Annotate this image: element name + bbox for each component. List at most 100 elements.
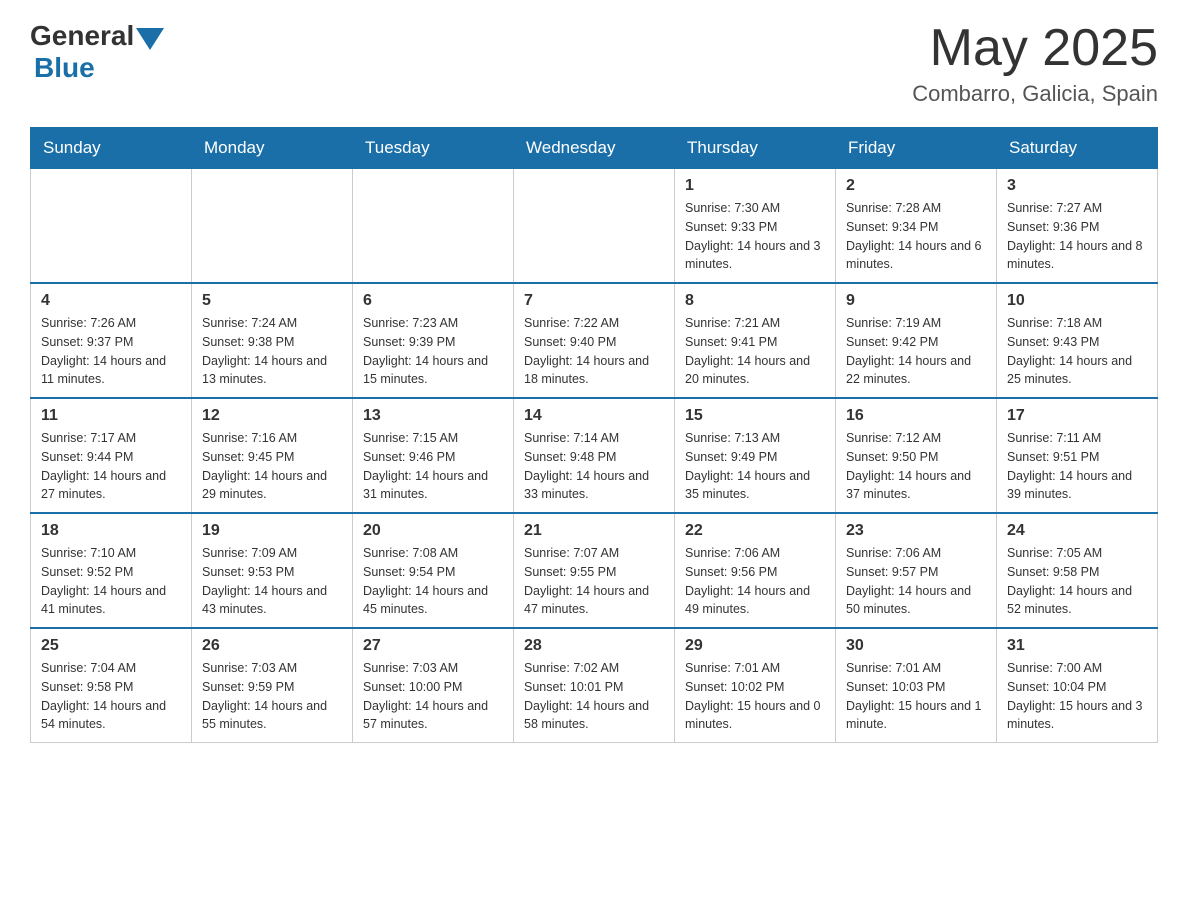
- calendar-week-row: 11 Sunrise: 7:17 AM Sunset: 9:44 PM Dayli…: [31, 398, 1158, 513]
- day-number: 21: [524, 522, 664, 540]
- day-info: Sunrise: 7:28 AM Sunset: 9:34 PM Dayligh…: [846, 199, 986, 274]
- day-number: 18: [41, 522, 181, 540]
- day-number: 4: [41, 292, 181, 310]
- calendar-cell: 9 Sunrise: 7:19 AM Sunset: 9:42 PM Daylig…: [836, 283, 997, 398]
- day-info: Sunrise: 7:19 AM Sunset: 9:42 PM Dayligh…: [846, 314, 986, 389]
- day-info: Sunrise: 7:12 AM Sunset: 9:50 PM Dayligh…: [846, 429, 986, 504]
- day-number: 23: [846, 522, 986, 540]
- calendar-cell: 26 Sunrise: 7:03 AM Sunset: 9:59 PM Dayli…: [192, 628, 353, 743]
- logo: General Blue: [30, 20, 164, 84]
- calendar-cell: [31, 169, 192, 284]
- weekday-header-tuesday: Tuesday: [353, 128, 514, 169]
- day-info: Sunrise: 7:00 AM Sunset: 10:04 PM Daylig…: [1007, 659, 1147, 734]
- day-info: Sunrise: 7:08 AM Sunset: 9:54 PM Dayligh…: [363, 544, 503, 619]
- calendar-cell: 16 Sunrise: 7:12 AM Sunset: 9:50 PM Dayli…: [836, 398, 997, 513]
- calendar-cell: 10 Sunrise: 7:18 AM Sunset: 9:43 PM Dayli…: [997, 283, 1158, 398]
- day-info: Sunrise: 7:06 AM Sunset: 9:56 PM Dayligh…: [685, 544, 825, 619]
- day-info: Sunrise: 7:14 AM Sunset: 9:48 PM Dayligh…: [524, 429, 664, 504]
- calendar-cell: 29Sunrise: 7:01 AM Sunset: 10:02 PM Dayl…: [675, 628, 836, 743]
- calendar-cell: 2 Sunrise: 7:28 AM Sunset: 9:34 PM Daylig…: [836, 169, 997, 284]
- day-number: 2: [846, 177, 986, 195]
- day-info: Sunrise: 7:03 AM Sunset: 10:00 PM Daylig…: [363, 659, 503, 734]
- calendar-cell: 8Sunrise: 7:21 AM Sunset: 9:41 PM Daylig…: [675, 283, 836, 398]
- day-info: Sunrise: 7:18 AM Sunset: 9:43 PM Dayligh…: [1007, 314, 1147, 389]
- day-number: 7: [524, 292, 664, 310]
- calendar-cell: 15Sunrise: 7:13 AM Sunset: 9:49 PM Dayli…: [675, 398, 836, 513]
- calendar-cell: 13 Sunrise: 7:15 AM Sunset: 9:46 PM Dayli…: [353, 398, 514, 513]
- calendar-cell: 31Sunrise: 7:00 AM Sunset: 10:04 PM Dayl…: [997, 628, 1158, 743]
- day-number: 26: [202, 637, 342, 655]
- calendar-cell: 24 Sunrise: 7:05 AM Sunset: 9:58 PM Dayli…: [997, 513, 1158, 628]
- calendar-cell: 18 Sunrise: 7:10 AM Sunset: 9:52 PM Dayli…: [31, 513, 192, 628]
- day-info: Sunrise: 7:27 AM Sunset: 9:36 PM Dayligh…: [1007, 199, 1147, 274]
- weekday-header-thursday: Thursday: [675, 128, 836, 169]
- calendar-table: SundayMondayTuesdayWednesdayThursdayFrid…: [30, 127, 1158, 743]
- day-number: 27: [363, 637, 503, 655]
- weekday-header-wednesday: Wednesday: [514, 128, 675, 169]
- day-info: Sunrise: 7:10 AM Sunset: 9:52 PM Dayligh…: [41, 544, 181, 619]
- weekday-header-saturday: Saturday: [997, 128, 1158, 169]
- calendar-week-row: 1 Sunrise: 7:30 AM Sunset: 9:33 PM Daylig…: [31, 169, 1158, 284]
- day-number: 16: [846, 407, 986, 425]
- day-number: 10: [1007, 292, 1147, 310]
- calendar-cell: 23 Sunrise: 7:06 AM Sunset: 9:57 PM Dayli…: [836, 513, 997, 628]
- day-number: 24: [1007, 522, 1147, 540]
- title-section: May 2025 Combarro, Galicia, Spain: [912, 20, 1158, 107]
- day-number: 19: [202, 522, 342, 540]
- calendar-cell: 21 Sunrise: 7:07 AM Sunset: 9:55 PM Dayli…: [514, 513, 675, 628]
- calendar-cell: 19 Sunrise: 7:09 AM Sunset: 9:53 PM Dayli…: [192, 513, 353, 628]
- day-info: Sunrise: 7:01 AM Sunset: 10:03 PM Daylig…: [846, 659, 986, 734]
- day-number: 6: [363, 292, 503, 310]
- day-info: Sunrise: 7:06 AM Sunset: 9:57 PM Dayligh…: [846, 544, 986, 619]
- calendar-cell: 22 Sunrise: 7:06 AM Sunset: 9:56 PM Dayli…: [675, 513, 836, 628]
- calendar-cell: [353, 169, 514, 284]
- weekday-header-row: SundayMondayTuesdayWednesdayThursdayFrid…: [31, 128, 1158, 169]
- day-info: Sunrise: 7:13 AM Sunset: 9:49 PM Dayligh…: [685, 429, 825, 504]
- day-number: 3: [1007, 177, 1147, 195]
- calendar-cell: 1 Sunrise: 7:30 AM Sunset: 9:33 PM Daylig…: [675, 169, 836, 284]
- day-info: Sunrise: 7:30 AM Sunset: 9:33 PM Dayligh…: [685, 199, 825, 274]
- day-info: Sunrise: 7:26 AM Sunset: 9:37 PM Dayligh…: [41, 314, 181, 389]
- day-number: 11: [41, 407, 181, 425]
- day-info: Sunrise: 7:09 AM Sunset: 9:53 PM Dayligh…: [202, 544, 342, 619]
- calendar-cell: 12 Sunrise: 7:16 AM Sunset: 9:45 PM Dayli…: [192, 398, 353, 513]
- calendar-cell: 14 Sunrise: 7:14 AM Sunset: 9:48 PM Dayli…: [514, 398, 675, 513]
- calendar-cell: 5Sunrise: 7:24 AM Sunset: 9:38 PM Daylig…: [192, 283, 353, 398]
- day-number: 20: [363, 522, 503, 540]
- day-number: 25: [41, 637, 181, 655]
- day-number: 8: [685, 292, 825, 310]
- day-info: Sunrise: 7:15 AM Sunset: 9:46 PM Dayligh…: [363, 429, 503, 504]
- day-info: Sunrise: 7:05 AM Sunset: 9:58 PM Dayligh…: [1007, 544, 1147, 619]
- day-number: 30: [846, 637, 986, 655]
- calendar-cell: 27 Sunrise: 7:03 AM Sunset: 10:00 PM Dayl…: [353, 628, 514, 743]
- calendar-cell: 4 Sunrise: 7:26 AM Sunset: 9:37 PM Daylig…: [31, 283, 192, 398]
- calendar-cell: 20 Sunrise: 7:08 AM Sunset: 9:54 PM Dayli…: [353, 513, 514, 628]
- day-info: Sunrise: 7:11 AM Sunset: 9:51 PM Dayligh…: [1007, 429, 1147, 504]
- calendar-cell: 30 Sunrise: 7:01 AM Sunset: 10:03 PM Dayl…: [836, 628, 997, 743]
- calendar-cell: 3 Sunrise: 7:27 AM Sunset: 9:36 PM Daylig…: [997, 169, 1158, 284]
- day-info: Sunrise: 7:17 AM Sunset: 9:44 PM Dayligh…: [41, 429, 181, 504]
- day-info: Sunrise: 7:03 AM Sunset: 9:59 PM Dayligh…: [202, 659, 342, 734]
- day-number: 17: [1007, 407, 1147, 425]
- day-number: 1: [685, 177, 825, 195]
- day-info: Sunrise: 7:07 AM Sunset: 9:55 PM Dayligh…: [524, 544, 664, 619]
- calendar-week-row: 25 Sunrise: 7:04 AM Sunset: 9:58 PM Dayli…: [31, 628, 1158, 743]
- day-info: Sunrise: 7:23 AM Sunset: 9:39 PM Dayligh…: [363, 314, 503, 389]
- day-number: 13: [363, 407, 503, 425]
- calendar-cell: 11 Sunrise: 7:17 AM Sunset: 9:44 PM Dayli…: [31, 398, 192, 513]
- page-header: General Blue May 2025 Combarro, Galicia,…: [30, 20, 1158, 107]
- location-text: Combarro, Galicia, Spain: [912, 81, 1158, 107]
- day-number: 9: [846, 292, 986, 310]
- day-number: 5: [202, 292, 342, 310]
- calendar-week-row: 4 Sunrise: 7:26 AM Sunset: 9:37 PM Daylig…: [31, 283, 1158, 398]
- day-info: Sunrise: 7:04 AM Sunset: 9:58 PM Dayligh…: [41, 659, 181, 734]
- day-number: 12: [202, 407, 342, 425]
- day-number: 14: [524, 407, 664, 425]
- day-number: 28: [524, 637, 664, 655]
- day-info: Sunrise: 7:16 AM Sunset: 9:45 PM Dayligh…: [202, 429, 342, 504]
- calendar-cell: [192, 169, 353, 284]
- logo-triangle-icon: [136, 28, 164, 50]
- day-number: 22: [685, 522, 825, 540]
- calendar-cell: 25 Sunrise: 7:04 AM Sunset: 9:58 PM Dayli…: [31, 628, 192, 743]
- calendar-cell: [514, 169, 675, 284]
